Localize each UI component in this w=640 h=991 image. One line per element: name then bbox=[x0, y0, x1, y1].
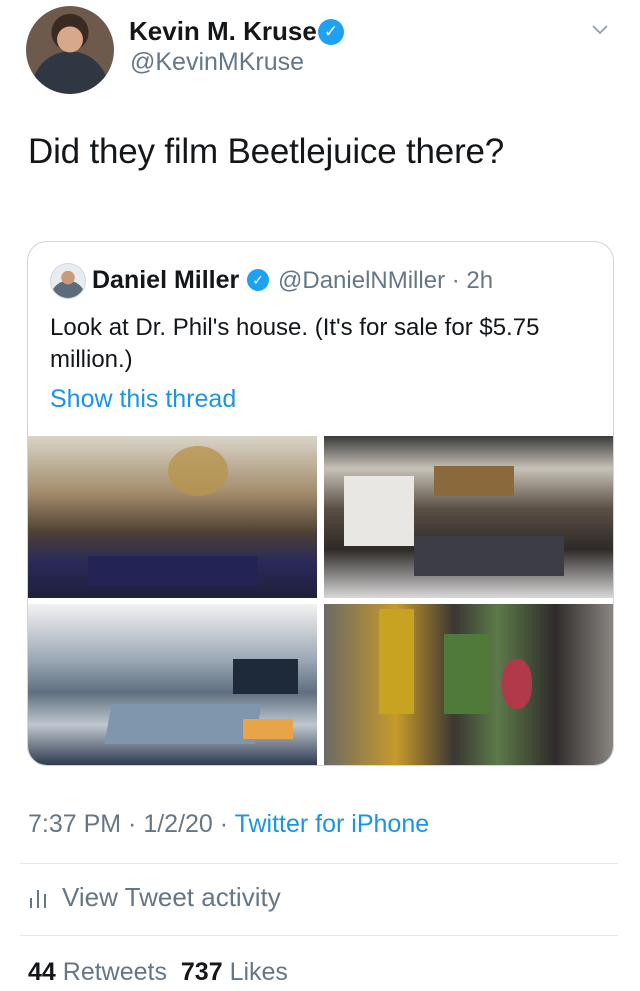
author-handle[interactable]: @KevinMKruse bbox=[130, 48, 304, 77]
divider bbox=[20, 935, 618, 936]
author-avatar[interactable] bbox=[26, 6, 114, 94]
quoted-tweet-card[interactable]: Daniel Miller ✓ @DanielNMiller · 2h Look… bbox=[27, 241, 614, 766]
author-name[interactable]: Kevin M. Kruse bbox=[129, 16, 317, 47]
retweets-count: 44 bbox=[28, 958, 56, 986]
likes-label: Likes bbox=[229, 958, 288, 986]
photo-billiards-room[interactable] bbox=[28, 604, 317, 765]
activity-label: View Tweet activity bbox=[62, 882, 281, 912]
verified-badge-icon: ✓ bbox=[247, 269, 269, 291]
chevron-down-icon[interactable] bbox=[592, 22, 608, 38]
view-tweet-activity[interactable]: View Tweet activity bbox=[28, 882, 281, 913]
photo-entry-hall[interactable] bbox=[324, 604, 613, 765]
show-thread-link[interactable]: Show this thread bbox=[50, 385, 236, 414]
photo-staircase[interactable] bbox=[28, 436, 317, 598]
source-link[interactable]: Twitter for iPhone bbox=[235, 810, 430, 838]
timestamp-text: 7:37 PM · 1/2/20 · bbox=[28, 810, 235, 838]
activity-chart-icon bbox=[30, 890, 46, 908]
divider bbox=[20, 863, 618, 864]
tweet-text: Did they film Beetlejuice there? bbox=[28, 132, 505, 171]
quoted-author-handle-time: @DanielNMiller · 2h bbox=[278, 267, 494, 294]
quoted-author-avatar bbox=[50, 263, 86, 299]
likes-count: 737 bbox=[180, 958, 223, 986]
verified-badge-icon: ✓ bbox=[318, 19, 344, 45]
tweet-timestamp: 7:37 PM · 1/2/20 · Twitter for iPhone bbox=[28, 810, 429, 839]
retweets-stat[interactable]: 44 Retweets bbox=[28, 958, 167, 986]
likes-stat[interactable]: 737 Likes bbox=[181, 958, 288, 986]
quoted-author-name: Daniel Miller bbox=[92, 266, 240, 294]
photo-dining-room[interactable] bbox=[324, 436, 613, 598]
retweets-label: Retweets bbox=[62, 958, 167, 986]
quoted-tweet-text: Look at Dr. Phil's house. (It's for sale… bbox=[50, 314, 540, 373]
engagement-stats: 44 Retweets 737 Likes bbox=[28, 958, 288, 987]
